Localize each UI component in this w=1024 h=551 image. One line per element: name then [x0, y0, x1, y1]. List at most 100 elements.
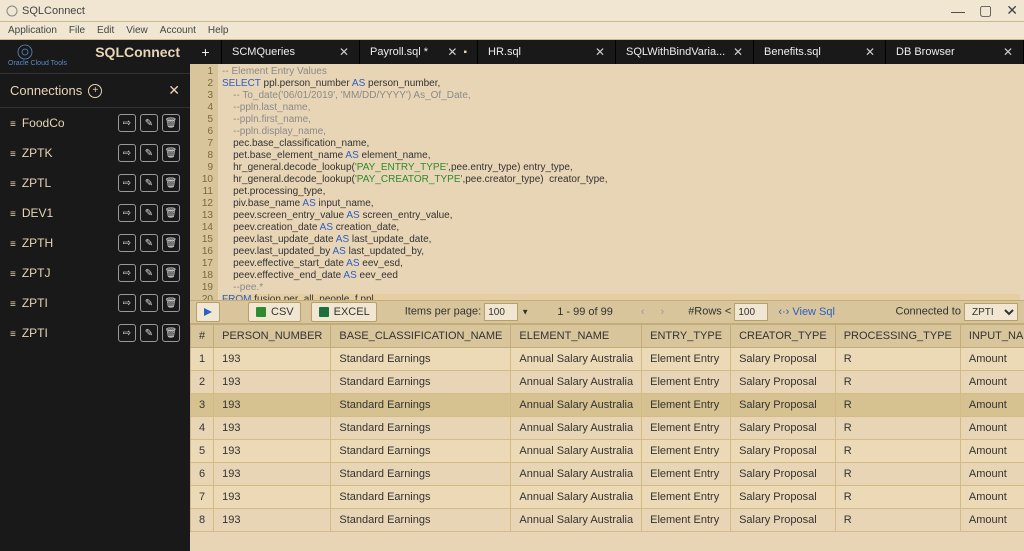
cell[interactable]: Salary Proposal — [731, 509, 836, 532]
export-csv-button[interactable]: CSV — [248, 302, 301, 322]
cell[interactable]: Amount — [960, 440, 1024, 463]
minimize-button[interactable]: — — [951, 3, 965, 19]
close-tab-icon[interactable]: ✕ — [595, 45, 605, 59]
cell[interactable]: Standard Earnings — [331, 371, 511, 394]
tab-scmqueries[interactable]: SCMQueries ✕ — [222, 40, 360, 64]
edit-icon[interactable]: ✎ — [140, 114, 158, 132]
delete-icon[interactable]: 🗑 — [162, 144, 180, 162]
cell[interactable]: R — [835, 509, 960, 532]
cell[interactable]: R — [835, 463, 960, 486]
results-grid[interactable]: #PERSON_NUMBERBASE_CLASSIFICATION_NAMEEL… — [190, 324, 1024, 551]
col-header[interactable]: CREATOR_TYPE — [731, 325, 836, 348]
cell[interactable]: Standard Earnings — [331, 348, 511, 371]
close-tab-icon[interactable]: ✕ — [447, 45, 457, 59]
cell[interactable]: 193 — [214, 463, 331, 486]
cell[interactable]: 193 — [214, 509, 331, 532]
close-tab-icon[interactable]: ✕ — [339, 45, 349, 59]
delete-icon[interactable]: 🗑 — [162, 204, 180, 222]
connection-select[interactable]: ZPTI — [964, 303, 1018, 321]
table-row[interactable]: 1193Standard EarningsAnnual Salary Austr… — [191, 348, 1024, 371]
cell[interactable]: Annual Salary Australia — [511, 509, 642, 532]
cell[interactable]: R — [835, 371, 960, 394]
cell[interactable]: 193 — [214, 440, 331, 463]
cell[interactable]: R — [835, 417, 960, 440]
connection-item[interactable]: FoodCo ⇨ ✎ 🗑 — [0, 108, 190, 138]
cell[interactable]: Amount — [960, 486, 1024, 509]
col-header[interactable]: PERSON_NUMBER — [214, 325, 331, 348]
edit-icon[interactable]: ✎ — [140, 264, 158, 282]
cell[interactable]: Element Entry — [642, 371, 731, 394]
cell[interactable]: Salary Proposal — [731, 348, 836, 371]
cell[interactable]: 193 — [214, 486, 331, 509]
cell[interactable]: Annual Salary Australia — [511, 440, 642, 463]
cell[interactable]: Salary Proposal — [731, 371, 836, 394]
cell[interactable]: 193 — [214, 348, 331, 371]
link-icon[interactable]: ⇨ — [118, 324, 136, 342]
edit-icon[interactable]: ✎ — [140, 234, 158, 252]
tab-hr[interactable]: HR.sql ✕ — [478, 40, 616, 64]
sql-editor[interactable]: 1234567891011121314151617181920212223 --… — [190, 64, 1024, 300]
export-excel-button[interactable]: EXCEL — [311, 302, 377, 322]
link-icon[interactable]: ⇨ — [118, 264, 136, 282]
delete-icon[interactable]: 🗑 — [162, 174, 180, 192]
delete-icon[interactable]: 🗑 — [162, 324, 180, 342]
delete-icon[interactable]: 🗑 — [162, 294, 180, 312]
cell[interactable]: R — [835, 394, 960, 417]
cell[interactable]: Amount — [960, 509, 1024, 532]
col-header[interactable]: ENTRY_TYPE — [642, 325, 731, 348]
cell[interactable]: R — [835, 440, 960, 463]
cell[interactable]: Salary Proposal — [731, 486, 836, 509]
cell[interactable]: Standard Earnings — [331, 440, 511, 463]
cell[interactable]: Salary Proposal — [731, 394, 836, 417]
items-per-page-input[interactable] — [484, 303, 518, 321]
link-icon[interactable]: ⇨ — [118, 114, 136, 132]
cell[interactable]: Standard Earnings — [331, 463, 511, 486]
cell[interactable]: Amount — [960, 417, 1024, 440]
tab-dbbrowser[interactable]: DB Browser ✕ — [886, 40, 1024, 64]
menu-edit[interactable]: Edit — [97, 25, 114, 36]
delete-icon[interactable]: 🗑 — [162, 114, 180, 132]
menu-file[interactable]: File — [69, 25, 85, 36]
table-row[interactable]: 2193Standard EarningsAnnual Salary Austr… — [191, 371, 1024, 394]
cell[interactable]: Standard Earnings — [331, 509, 511, 532]
save-icon[interactable]: ▪ — [463, 47, 467, 58]
link-icon[interactable]: ⇨ — [118, 234, 136, 252]
cell[interactable]: Amount — [960, 371, 1024, 394]
prev-page-button[interactable]: ‹ — [641, 306, 645, 318]
connection-item[interactable]: ZPTH ⇨ ✎ 🗑 — [0, 228, 190, 258]
cell[interactable]: Salary Proposal — [731, 463, 836, 486]
add-connection-button[interactable]: + — [88, 84, 102, 98]
cell[interactable]: Element Entry — [642, 440, 731, 463]
cell[interactable]: Annual Salary Australia — [511, 371, 642, 394]
cell[interactable]: Standard Earnings — [331, 394, 511, 417]
cell[interactable]: Standard Earnings — [331, 486, 511, 509]
cell[interactable]: Annual Salary Australia — [511, 463, 642, 486]
cell[interactable]: Element Entry — [642, 417, 731, 440]
connection-item[interactable]: ZPTL ⇨ ✎ 🗑 — [0, 168, 190, 198]
table-row[interactable]: 8193Standard EarningsAnnual Salary Austr… — [191, 509, 1024, 532]
maximize-button[interactable]: ▢ — [979, 2, 992, 19]
cell[interactable]: Element Entry — [642, 486, 731, 509]
edit-icon[interactable]: ✎ — [140, 204, 158, 222]
table-row[interactable]: 6193Standard EarningsAnnual Salary Austr… — [191, 463, 1024, 486]
link-icon[interactable]: ⇨ — [118, 174, 136, 192]
cell[interactable]: Salary Proposal — [731, 440, 836, 463]
cell[interactable]: Amount — [960, 463, 1024, 486]
edit-icon[interactable]: ✎ — [140, 144, 158, 162]
close-tab-icon[interactable]: ✕ — [1003, 45, 1013, 59]
next-page-button[interactable]: › — [661, 306, 665, 318]
run-button[interactable] — [196, 302, 220, 322]
col-header[interactable]: PROCESSING_TYPE — [835, 325, 960, 348]
close-sidebar-icon[interactable]: ✕ — [168, 82, 180, 99]
connection-item[interactable]: ZPTI ⇨ ✎ 🗑 — [0, 288, 190, 318]
table-row[interactable]: 3193Standard EarningsAnnual Salary Austr… — [191, 394, 1024, 417]
cell[interactable]: Amount — [960, 394, 1024, 417]
cell[interactable]: Element Entry — [642, 394, 731, 417]
col-header[interactable]: # — [191, 325, 214, 348]
cell[interactable]: Element Entry — [642, 509, 731, 532]
cell[interactable]: R — [835, 348, 960, 371]
connection-item[interactable]: ZPTK ⇨ ✎ 🗑 — [0, 138, 190, 168]
cell[interactable]: Annual Salary Australia — [511, 417, 642, 440]
edit-icon[interactable]: ✎ — [140, 324, 158, 342]
tab-benefits[interactable]: Benefits.sql ✕ — [754, 40, 886, 64]
